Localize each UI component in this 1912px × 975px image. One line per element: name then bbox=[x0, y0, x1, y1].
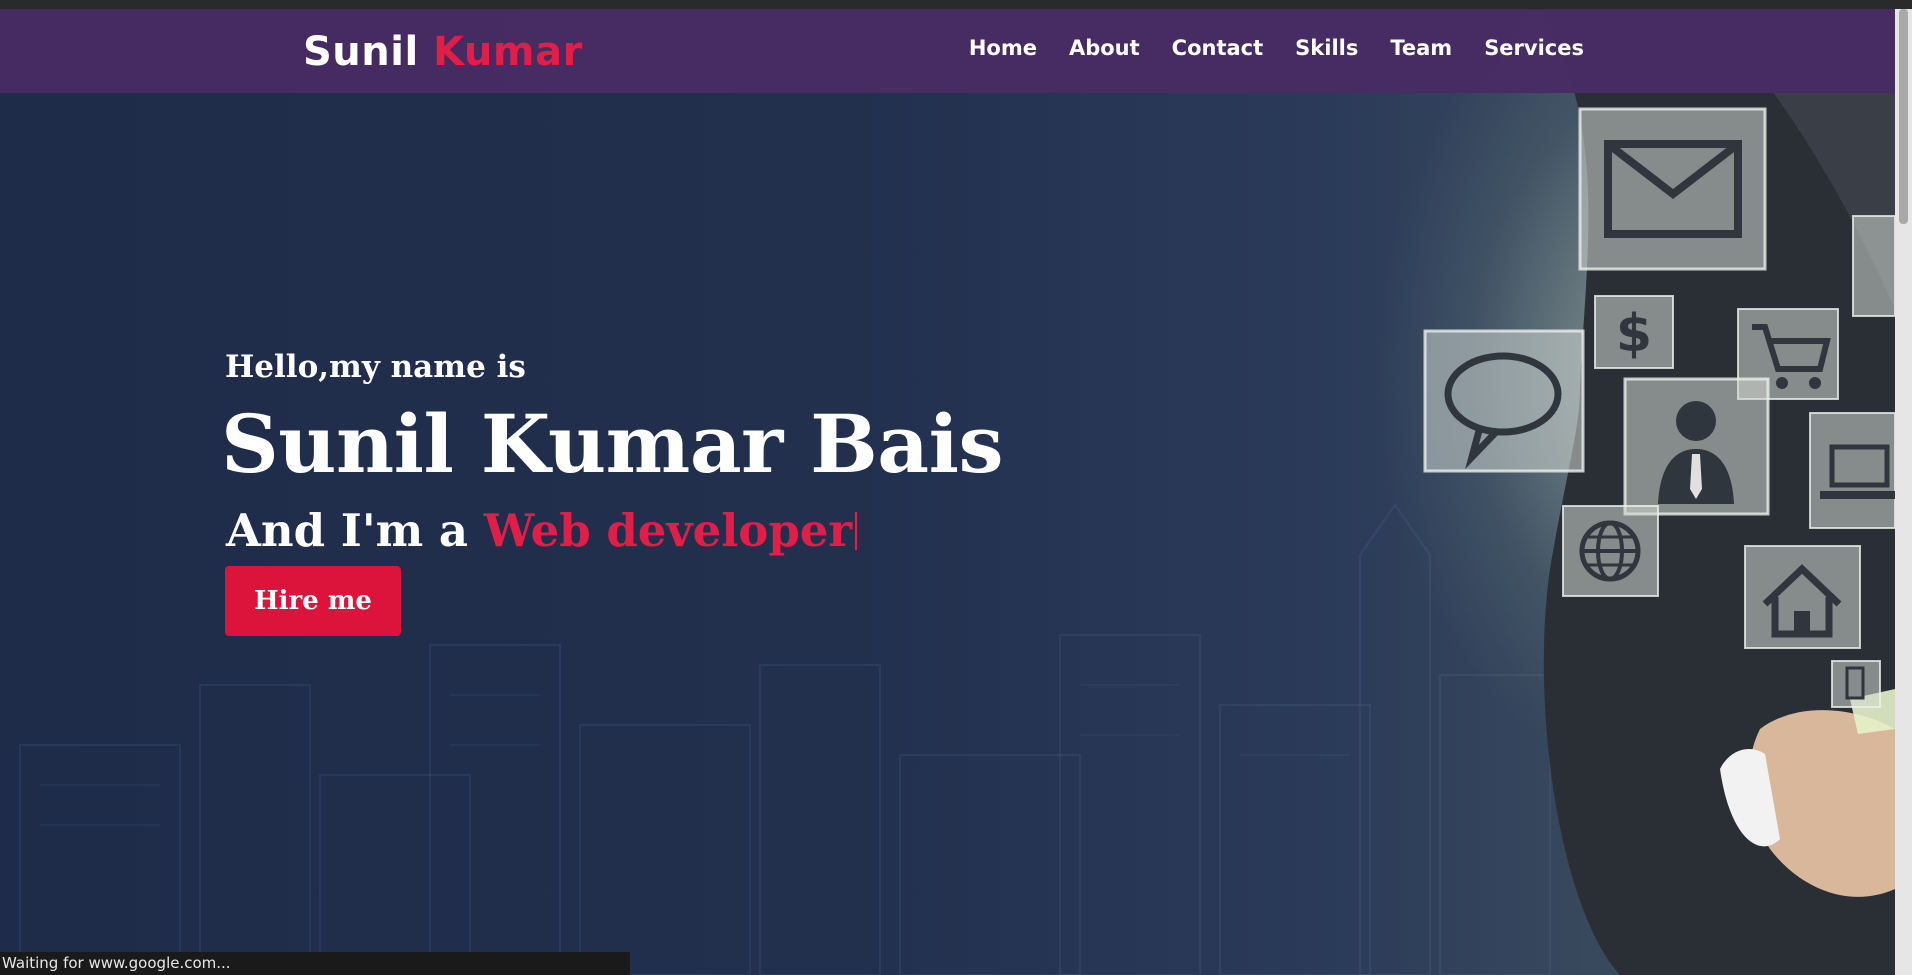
dollar-icon: $ bbox=[1594, 295, 1674, 369]
home-icon bbox=[1744, 545, 1861, 649]
mail-icon bbox=[1578, 107, 1767, 271]
nav-home[interactable]: Home bbox=[969, 36, 1037, 60]
page-scrollbar[interactable] bbox=[1895, 9, 1912, 975]
brand-first-name: Sunil bbox=[303, 29, 419, 75]
hero-role-typed: Web developer bbox=[483, 504, 853, 557]
chat-icon bbox=[1423, 329, 1585, 473]
nav-menu: Home About Contact Skills Team Services bbox=[969, 36, 1584, 60]
hero-role-prefix: And I'm a bbox=[226, 504, 469, 557]
brand-last-name: Kumar bbox=[433, 29, 583, 75]
top-navbar: Sunil Kumar Home About Contact Skills Te… bbox=[0, 9, 1895, 93]
globe-icon bbox=[1562, 505, 1659, 597]
hero-name: Sunil Kumar Bais bbox=[221, 397, 1004, 491]
hero-role: And I'm a Web developer bbox=[226, 504, 858, 557]
hire-me-button[interactable]: Hire me bbox=[225, 566, 401, 636]
page: $ Sunil Kumar Home About Contact Skills … bbox=[0, 0, 1912, 975]
hero-greeting: Hello,my name is bbox=[225, 349, 526, 385]
typing-caret bbox=[855, 512, 858, 550]
tile-edge-icon bbox=[1852, 215, 1895, 317]
hero-intro: Hello,my name is Sunil Kumar Bais And I'… bbox=[221, 349, 1004, 636]
hero-illustration: $ bbox=[1423, 9, 1895, 975]
scrollbar-thumb[interactable] bbox=[1899, 9, 1908, 224]
laptop-icon bbox=[1809, 412, 1895, 529]
nav-skills[interactable]: Skills bbox=[1295, 36, 1358, 60]
browser-top-strip bbox=[0, 0, 1912, 9]
person-icon bbox=[1623, 377, 1770, 516]
brand-logo[interactable]: Sunil Kumar bbox=[303, 29, 583, 75]
nav-contact[interactable]: Contact bbox=[1172, 36, 1264, 60]
svg-text:$: $ bbox=[1616, 304, 1652, 364]
phone-tile-icon bbox=[1831, 660, 1881, 708]
nav-about[interactable]: About bbox=[1069, 36, 1140, 60]
nav-services[interactable]: Services bbox=[1484, 36, 1584, 60]
browser-status-bar: Waiting for www.google.com... bbox=[0, 952, 630, 975]
nav-team[interactable]: Team bbox=[1390, 36, 1452, 60]
